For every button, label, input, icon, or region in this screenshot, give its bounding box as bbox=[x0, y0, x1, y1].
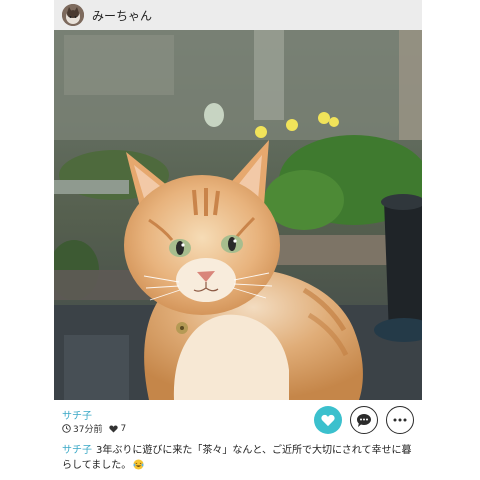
more-options-button[interactable] bbox=[386, 406, 414, 434]
post-caption: サチ子 3年ぶりに遊びに来た「茶々」なんと、ご近所で大切にされて幸せに暮らしてまし… bbox=[62, 443, 418, 473]
like-count: 7 bbox=[120, 423, 127, 434]
post-time: 37分前 bbox=[73, 425, 103, 435]
speech-bubble-icon bbox=[357, 413, 371, 427]
post-header: みーちゃん bbox=[54, 0, 422, 30]
post-card: みーちゃん サチ子 37分前 7 サチ子 3年ぶりに遊びに来た「茶々」なんと、ご… bbox=[54, 0, 422, 480]
laughing-tears-emoji-icon bbox=[133, 459, 144, 470]
post-stats: 37分前 7 bbox=[62, 422, 126, 435]
cat-avatar-icon bbox=[62, 4, 84, 26]
like-button[interactable] bbox=[314, 406, 342, 434]
like-count-heart-icon bbox=[109, 424, 119, 433]
post-photo[interactable] bbox=[54, 30, 422, 400]
ellipsis-icon bbox=[393, 418, 407, 422]
post-author[interactable]: サチ子 bbox=[62, 407, 92, 422]
heart-icon bbox=[321, 414, 335, 426]
user-avatar[interactable] bbox=[62, 4, 84, 26]
post-actions bbox=[314, 406, 414, 434]
cat-photo-image bbox=[54, 30, 422, 400]
caption-text: 3年ぶりに遊びに来た「茶々」なんと、ご近所で大切にされて幸せに暮らしてました。 bbox=[62, 445, 412, 471]
username[interactable]: みーちゃん bbox=[92, 7, 152, 24]
caption-author[interactable]: サチ子 bbox=[62, 445, 92, 456]
clock-icon bbox=[62, 424, 71, 433]
comment-button[interactable] bbox=[350, 406, 378, 434]
post-meta: サチ子 37分前 7 bbox=[54, 400, 422, 440]
